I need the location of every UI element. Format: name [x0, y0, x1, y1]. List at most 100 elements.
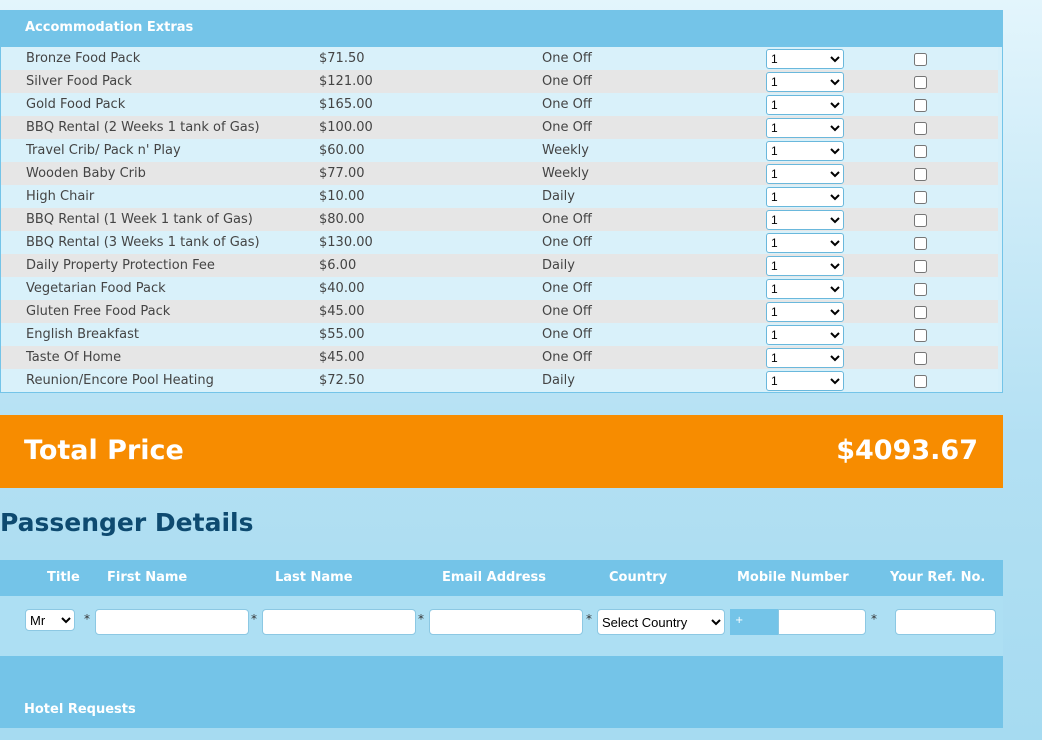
extra-name: BBQ Rental (2 Weeks 1 tank of Gas) — [26, 120, 260, 135]
country-select[interactable]: Select Country — [597, 609, 725, 635]
extra-frequency: One Off — [542, 97, 592, 112]
required-marker: * — [251, 612, 257, 626]
extra-frequency: One Off — [542, 212, 592, 227]
passenger-details-title: Passenger Details — [0, 508, 254, 537]
extra-checkbox[interactable] — [914, 191, 927, 204]
extra-frequency: One Off — [542, 235, 592, 250]
mobile-prefix: + — [730, 609, 778, 635]
extra-checkbox[interactable] — [914, 283, 927, 296]
mobile-input[interactable] — [778, 609, 866, 635]
extra-quantity-select[interactable]: 1 — [766, 95, 844, 115]
reference-input[interactable] — [895, 609, 996, 635]
extra-quantity-select[interactable]: 1 — [766, 279, 844, 299]
extra-checkbox[interactable] — [914, 375, 927, 388]
extra-frequency: One Off — [542, 327, 592, 342]
required-marker: * — [418, 612, 424, 626]
extra-row: BBQ Rental (2 Weeks 1 tank of Gas) $100.… — [1, 116, 998, 139]
extra-quantity-select[interactable]: 1 — [766, 187, 844, 207]
extra-price: $71.50 — [319, 51, 365, 66]
header-email: Email Address — [442, 570, 547, 585]
extra-name: Bronze Food Pack — [26, 51, 141, 66]
extra-price: $165.00 — [319, 97, 373, 112]
extra-quantity-select[interactable]: 1 — [766, 348, 844, 368]
extra-quantity-select[interactable]: 1 — [766, 233, 844, 253]
extra-frequency: One Off — [542, 51, 592, 66]
extra-checkbox[interactable] — [914, 145, 927, 158]
extra-checkbox[interactable] — [914, 122, 927, 135]
required-marker: * — [586, 612, 592, 626]
extra-checkbox[interactable] — [914, 168, 927, 181]
extra-quantity-select[interactable]: 1 — [766, 118, 844, 138]
extra-price: $55.00 — [319, 327, 365, 342]
extra-frequency: One Off — [542, 74, 592, 89]
header-first-name: First Name — [107, 570, 188, 585]
extra-quantity-select[interactable]: 1 — [766, 371, 844, 391]
extra-row: Gold Food Pack $165.00 One Off 1 — [1, 93, 998, 116]
extra-price: $77.00 — [319, 166, 365, 181]
header-ref: Your Ref. No. — [890, 570, 986, 585]
extra-quantity-select[interactable]: 1 — [766, 72, 844, 92]
extra-row: High Chair $10.00 Daily 1 — [1, 185, 998, 208]
extra-name: Daily Property Protection Fee — [26, 258, 215, 273]
first-name-input[interactable] — [95, 609, 249, 635]
header-country: Country — [609, 570, 668, 585]
accommodation-extras-table: Accommodation Extras Bronze Food Pack $7… — [0, 10, 1003, 393]
extra-quantity-select[interactable]: 1 — [766, 325, 844, 345]
extra-row: Daily Property Protection Fee $6.00 Dail… — [1, 254, 998, 277]
extra-quantity-select[interactable]: 1 — [766, 302, 844, 322]
extra-checkbox[interactable] — [914, 99, 927, 112]
header-mobile: Mobile Number — [737, 570, 849, 585]
title-select[interactable]: Mr — [25, 609, 75, 631]
extra-checkbox[interactable] — [914, 76, 927, 89]
extra-checkbox[interactable] — [914, 352, 927, 365]
extra-frequency: Daily — [542, 258, 575, 273]
total-price-label: Total Price — [24, 435, 184, 466]
email-input[interactable] — [429, 609, 583, 635]
extra-quantity-select[interactable]: 1 — [766, 49, 844, 69]
extra-checkbox[interactable] — [914, 53, 927, 66]
passenger-input-row: Mr * * * * Select Country + * — [0, 596, 1003, 656]
extra-checkbox[interactable] — [914, 329, 927, 342]
extra-price: $100.00 — [319, 120, 373, 135]
extra-price: $80.00 — [319, 212, 365, 227]
extra-name: Vegetarian Food Pack — [26, 281, 166, 296]
extra-row: BBQ Rental (3 Weeks 1 tank of Gas) $130.… — [1, 231, 998, 254]
extra-price: $45.00 — [319, 304, 365, 319]
extra-price: $72.50 — [319, 373, 365, 388]
hotel-requests-section: Hotel Requests — [0, 656, 1003, 728]
extra-checkbox[interactable] — [914, 237, 927, 250]
extra-quantity-select[interactable]: 1 — [766, 164, 844, 184]
extra-name: Gluten Free Food Pack — [26, 304, 171, 319]
extra-row: Wooden Baby Crib $77.00 Weekly 1 — [1, 162, 998, 185]
extra-row: Taste Of Home $45.00 One Off 1 — [1, 346, 998, 369]
extra-name: English Breakfast — [26, 327, 139, 342]
extra-price: $60.00 — [319, 143, 365, 158]
extra-name: High Chair — [26, 189, 95, 204]
extra-name: Gold Food Pack — [26, 97, 126, 112]
extra-row: Silver Food Pack $121.00 One Off 1 — [1, 70, 998, 93]
extra-price: $121.00 — [319, 74, 373, 89]
extra-name: BBQ Rental (1 Week 1 tank of Gas) — [26, 212, 253, 227]
extra-name: Taste Of Home — [26, 350, 122, 365]
extra-row: Bronze Food Pack $71.50 One Off 1 — [1, 47, 998, 70]
extra-quantity-select[interactable]: 1 — [766, 210, 844, 230]
extra-checkbox[interactable] — [914, 306, 927, 319]
extra-name: Silver Food Pack — [26, 74, 132, 89]
extra-quantity-select[interactable]: 1 — [766, 256, 844, 276]
extra-price: $10.00 — [319, 189, 365, 204]
extra-frequency: One Off — [542, 281, 592, 296]
extra-name: Reunion/Encore Pool Heating — [26, 373, 214, 388]
header-title: Title — [47, 570, 80, 585]
last-name-input[interactable] — [262, 609, 416, 635]
passenger-header-row: Title First Name Last Name Email Address… — [0, 560, 1003, 596]
extra-checkbox[interactable] — [914, 260, 927, 273]
extra-row: Gluten Free Food Pack $45.00 One Off 1 — [1, 300, 998, 323]
extra-price: $40.00 — [319, 281, 365, 296]
extra-frequency: One Off — [542, 120, 592, 135]
extra-checkbox[interactable] — [914, 214, 927, 227]
extra-frequency: Daily — [542, 373, 575, 388]
extras-header: Accommodation Extras — [1, 11, 1002, 47]
total-price-value: $4093.67 — [836, 435, 978, 466]
extra-quantity-select[interactable]: 1 — [766, 141, 844, 161]
extra-row: Reunion/Encore Pool Heating $72.50 Daily… — [1, 369, 998, 392]
